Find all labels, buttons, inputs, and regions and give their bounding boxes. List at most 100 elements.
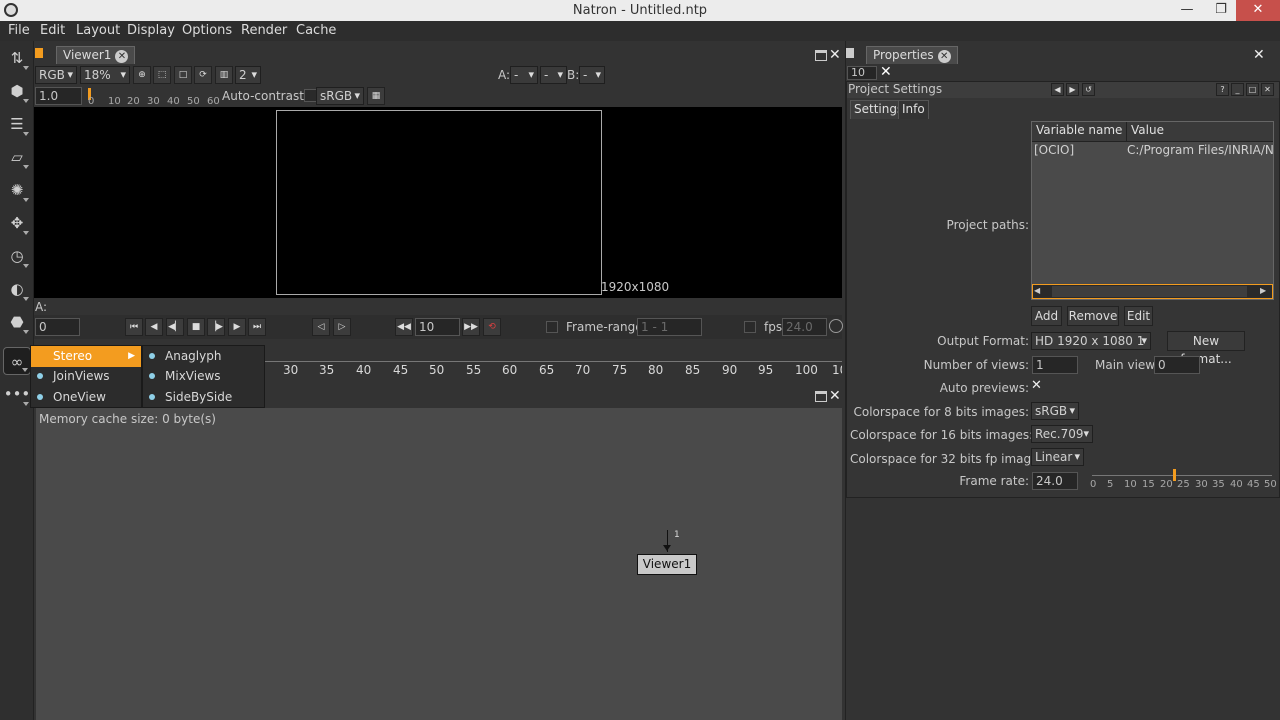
fps-checkbox[interactable] (744, 321, 756, 333)
transform-icon[interactable]: ✥ (3, 209, 31, 237)
previous-keyframe-icon[interactable]: ◁ (312, 318, 330, 336)
playback-mode-icon[interactable]: ⟲ (483, 318, 501, 336)
tab-properties[interactable]: Properties ✕ (866, 46, 958, 64)
close-panel-icon[interactable]: ✕ (829, 47, 841, 63)
frame-range-checkbox[interactable] (546, 321, 558, 333)
current-frame-field[interactable]: 0 (35, 318, 80, 336)
menu-item-mixviews[interactable]: MixViews (143, 366, 264, 387)
merge-icon[interactable]: ▱ (3, 143, 31, 171)
edit-path-button[interactable]: Edit (1124, 306, 1153, 326)
menu-file[interactable]: File (8, 23, 30, 38)
scroll-right-icon[interactable]: ▶ (1260, 286, 1266, 295)
menu-render[interactable]: Render (241, 23, 287, 38)
colorspace-8bit-dropdown[interactable]: sRGB (1031, 402, 1079, 420)
color-correct-icon[interactable]: ◐ (3, 275, 31, 303)
table-cell-variable[interactable]: [OCIO] (1034, 143, 1074, 157)
scroll-left-icon[interactable]: ◀ (1034, 286, 1040, 295)
menu-cache[interactable]: Cache (296, 23, 336, 38)
enable-roi-icon[interactable]: ⬚ (153, 66, 171, 84)
checkerboard-icon[interactable]: ▦ (367, 87, 385, 105)
output-format-dropdown[interactable]: HD 1920 x 1080 1 (1031, 332, 1151, 350)
menu-layout[interactable]: Layout (76, 23, 120, 38)
clip-to-project-icon[interactable]: ⊕ (133, 66, 151, 84)
float-panel-icon[interactable] (815, 50, 827, 61)
region-icon[interactable]: □ (174, 66, 192, 84)
image-reader-icon[interactable]: ⇅ (3, 44, 31, 72)
next-increment-icon[interactable]: ▶▶ (462, 318, 480, 336)
new-format-button[interactable]: New format... (1167, 331, 1245, 366)
minimize-panel-icon[interactable]: _ (1231, 83, 1244, 96)
operation-dropdown[interactable]: - (540, 66, 567, 84)
proxy-icon[interactable]: ▥ (215, 66, 233, 84)
gain-field[interactable]: 1.0 (35, 87, 82, 105)
turbo-mode-icon[interactable] (829, 319, 843, 333)
menu-item-anaglyph[interactable]: Anaglyph (143, 346, 264, 367)
next-frame-icon[interactable]: ▶ (228, 318, 246, 336)
add-path-button[interactable]: Add (1031, 306, 1062, 326)
undo-icon[interactable]: ◀ (1051, 83, 1064, 96)
auto-previews-checkbox[interactable]: ✕ (1031, 379, 1045, 393)
maximize-button[interactable]: ❐ (1206, 0, 1236, 21)
stereo-icon[interactable]: ∞ (3, 347, 31, 375)
close-icon[interactable]: ✕ (937, 50, 951, 63)
proxy-level-dropdown[interactable]: 2 (235, 66, 261, 84)
keyer-icon[interactable]: ⬣ (3, 308, 31, 336)
menu-item-stereo[interactable]: Stereo ▶ (31, 346, 141, 367)
input-a-dropdown[interactable]: - (510, 66, 538, 84)
previous-frame-icon[interactable]: ◀ (145, 318, 163, 336)
node-graph[interactable] (36, 408, 842, 720)
tab-info[interactable]: Info (898, 100, 929, 119)
minimize-button[interactable]: — (1172, 0, 1202, 21)
table-cell-value[interactable]: C:/Program Files/INRIA/Na (1127, 143, 1273, 157)
time-icon[interactable]: ◷ (3, 242, 31, 270)
stop-icon[interactable]: ■ (187, 318, 205, 336)
menu-display[interactable]: Display (127, 23, 175, 38)
fps-field[interactable]: 24.0 (782, 318, 827, 336)
redo-icon[interactable]: ▶ (1066, 83, 1079, 96)
menu-options[interactable]: Options (182, 23, 232, 38)
help-icon[interactable]: ? (1216, 83, 1229, 96)
frame-increment-field[interactable]: 10 (415, 318, 460, 336)
frame-rate-slider[interactable] (1092, 475, 1272, 476)
viewer-node[interactable]: Viewer1 (637, 554, 697, 575)
close-icon[interactable]: ✕ (115, 50, 129, 63)
more-icon[interactable]: ••• (3, 380, 31, 408)
column-value[interactable]: Value (1131, 123, 1164, 141)
next-keyframe-icon[interactable]: ▷ (333, 318, 351, 336)
previous-increment-icon[interactable]: ◀◀ (395, 318, 413, 336)
close-button[interactable]: ✕ (1236, 0, 1280, 21)
frame-range-field[interactable]: 1 - 1 (637, 318, 702, 336)
first-frame-icon[interactable]: ⏮ (125, 318, 143, 336)
play-forward-icon[interactable]: ▕▶ (207, 318, 225, 336)
remove-path-button[interactable]: Remove (1067, 306, 1119, 326)
filter-icon[interactable]: ✺ (3, 176, 31, 204)
number-of-views-field[interactable]: 1 (1032, 356, 1078, 374)
menu-item-sidebyside[interactable]: SideBySide (143, 387, 264, 408)
tab-viewer1[interactable]: Viewer1 ✕ (56, 46, 136, 64)
scrollbar-thumb[interactable] (1052, 286, 1247, 297)
menu-edit[interactable]: Edit (40, 23, 65, 38)
play-backward-icon[interactable]: ◀▏ (166, 318, 184, 336)
channels-dropdown[interactable]: RGB (35, 66, 77, 84)
frame-rate-field[interactable]: 24.0 (1032, 472, 1078, 490)
restore-defaults-icon[interactable]: ↺ (1082, 83, 1095, 96)
float-nodegraph-icon[interactable] (815, 391, 827, 402)
column-variable-name[interactable]: Variable name (1036, 123, 1122, 141)
colorspace-32bit-dropdown[interactable]: Linear (1031, 448, 1084, 466)
menu-item-oneview[interactable]: OneView (31, 387, 141, 408)
last-frame-icon[interactable]: ⏭ (248, 318, 266, 336)
close-settings-icon[interactable]: ✕ (1261, 83, 1274, 96)
zoom-dropdown[interactable]: 18% (80, 66, 130, 84)
float-properties-icon[interactable]: □ (1246, 83, 1259, 96)
colorspace-16bit-dropdown[interactable]: Rec.709 (1031, 425, 1093, 443)
channel-icon[interactable]: ☰ (3, 110, 31, 138)
menu-item-joinviews[interactable]: JoinViews (31, 366, 141, 387)
frame-rate-slider-handle[interactable] (1173, 469, 1176, 481)
paint-icon[interactable]: ⬢ (3, 77, 31, 105)
max-panels-field[interactable]: 10 (847, 66, 877, 80)
viewer-colorspace-dropdown[interactable]: sRGB (316, 87, 364, 105)
input-b-dropdown[interactable]: - (579, 66, 605, 84)
close-nodegraph-icon[interactable]: ✕ (829, 388, 841, 404)
close-properties-icon[interactable]: ✕ (1253, 47, 1265, 63)
refresh-icon[interactable]: ⟳ (194, 66, 212, 84)
